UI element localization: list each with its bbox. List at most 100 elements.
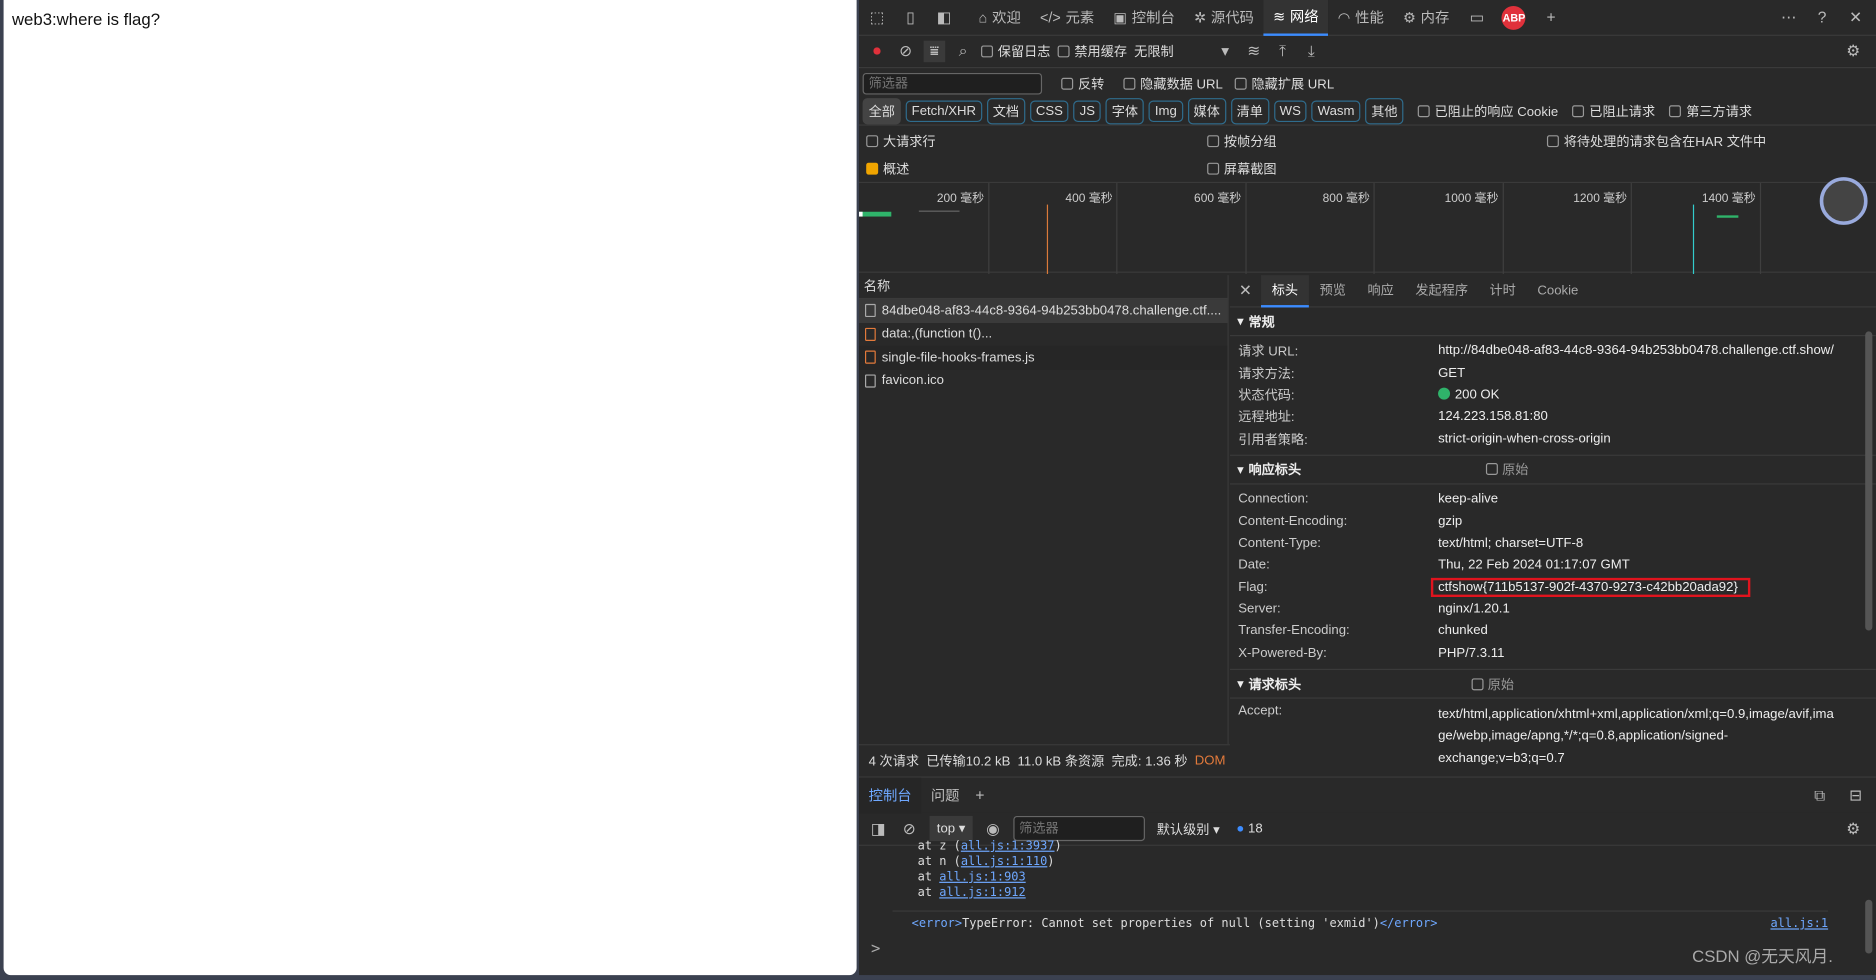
message-count-badge[interactable]: ● 18 bbox=[1236, 821, 1262, 835]
header-key: Content-Encoding: bbox=[1238, 513, 1348, 529]
type-checkbox-1[interactable]: 已阻止请求 bbox=[1572, 102, 1655, 121]
tab-network[interactable]: ≋ 网络 bbox=[1263, 0, 1329, 36]
filter-toggle-icon[interactable]: ⩸ bbox=[923, 40, 946, 63]
hide-data-urls-checkbox[interactable]: 隐藏数据 URL bbox=[1123, 74, 1223, 93]
group-by-frame-checkbox[interactable]: 按帧分组 bbox=[1207, 131, 1547, 150]
add-tab-icon[interactable]: + bbox=[1540, 7, 1562, 29]
details-scrollbar[interactable] bbox=[1865, 331, 1873, 631]
close-drawer-icon[interactable]: ⊟ bbox=[1845, 784, 1867, 806]
name-column-header[interactable]: 名称 bbox=[859, 275, 1228, 300]
help-icon[interactable]: ? bbox=[1811, 7, 1833, 29]
device-toggle-icon[interactable]: ▯ bbox=[900, 7, 922, 29]
tab-performance[interactable]: ◠ 性能 bbox=[1328, 0, 1393, 35]
console-scrollbar[interactable] bbox=[1865, 899, 1873, 954]
console-filter-input[interactable] bbox=[1013, 815, 1145, 842]
dock-icon[interactable]: ◧ bbox=[933, 7, 955, 29]
network-overview-timeline[interactable]: 200 毫秒 400 毫秒 600 毫秒 800 毫秒 1000 毫秒 1200 毫秒 14… bbox=[859, 177, 1876, 274]
home-icon: ⌂ bbox=[978, 8, 988, 26]
detail-tab-2[interactable]: 响应 bbox=[1357, 275, 1405, 307]
header-row: 请求 URL: http://84dbe048-af83-44c8-9364-94… bbox=[1230, 340, 1876, 362]
inspect-icon[interactable]: ⬚ bbox=[866, 7, 888, 29]
add-tab-icon[interactable]: + bbox=[969, 784, 991, 806]
filter-type-11[interactable]: 其他 bbox=[1365, 98, 1404, 125]
big-rows-checkbox[interactable]: 大请求行 bbox=[866, 131, 1207, 150]
network-conditions-icon[interactable]: ≋ bbox=[1243, 41, 1265, 63]
hide-extension-urls-checkbox[interactable]: 隐藏扩展 URL bbox=[1234, 74, 1334, 93]
tab-welcome[interactable]: ⌂ 欢迎 bbox=[969, 0, 1030, 35]
detail-tab-3[interactable]: 发起程序 bbox=[1405, 275, 1479, 307]
clear-icon[interactable]: ⊘ bbox=[895, 41, 917, 63]
filter-type-9[interactable]: WS bbox=[1273, 100, 1307, 123]
invert-checkbox[interactable]: 反转 bbox=[1061, 74, 1104, 93]
drawer-tab-issues[interactable]: 问题 bbox=[921, 777, 969, 813]
throttle-select[interactable]: 无限制 bbox=[1134, 42, 1173, 61]
filter-type-1[interactable]: Fetch/XHR bbox=[905, 100, 983, 123]
upload-icon[interactable]: ⤒ bbox=[1272, 41, 1294, 63]
filter-type-2[interactable]: 文档 bbox=[986, 98, 1026, 125]
chevron-down-icon[interactable]: ▾ bbox=[1214, 41, 1236, 63]
eye-icon[interactable]: ◉ bbox=[982, 818, 1004, 840]
stack-link[interactable]: all.js:1:912 bbox=[939, 887, 1025, 900]
close-details-icon[interactable]: ✕ bbox=[1235, 280, 1257, 302]
record-icon[interactable]: ⏺ bbox=[866, 41, 888, 63]
request-row[interactable]: data:,(function t()... bbox=[859, 322, 1227, 345]
drawer-tab-console[interactable]: 控制台 bbox=[859, 777, 922, 813]
console-settings-icon[interactable]: ⚙ bbox=[1842, 818, 1864, 840]
detail-tab-4[interactable]: 计时 bbox=[1479, 275, 1527, 307]
clear-console-icon[interactable]: ⊘ bbox=[898, 818, 920, 840]
context-select[interactable]: top ▾ bbox=[929, 815, 973, 842]
filter-type-8[interactable]: 清单 bbox=[1230, 98, 1269, 125]
assistant-avatar[interactable] bbox=[1819, 177, 1868, 225]
timeline-tick: 600 毫秒 bbox=[1194, 183, 1247, 274]
filter-type-5[interactable]: 字体 bbox=[1105, 98, 1145, 125]
stack-link[interactable]: all.js:1:110 bbox=[961, 855, 1047, 868]
filter-type-10[interactable]: Wasm bbox=[1311, 100, 1361, 123]
console-output: at z (all.js:1:3937) at n (all.js:1:110) a… bbox=[859, 840, 1876, 975]
general-section[interactable]: ▾ 常规 bbox=[1229, 307, 1876, 337]
application-icon[interactable]: ▭ bbox=[1466, 7, 1488, 29]
sidebar-toggle-icon[interactable]: ◨ bbox=[867, 818, 889, 840]
tick-label: 1400 毫秒 bbox=[1701, 192, 1756, 206]
search-icon[interactable]: ⌕ bbox=[952, 41, 974, 63]
error-source-link[interactable]: all.js:1 bbox=[1770, 918, 1828, 931]
detail-tab-1[interactable]: 预览 bbox=[1309, 275, 1357, 307]
dock-drawer-icon[interactable]: ⧉ bbox=[1809, 784, 1831, 806]
type-checkbox-2[interactable]: 第三方请求 bbox=[1669, 102, 1752, 121]
disable-cache-checkbox[interactable]: 禁用缓存 bbox=[1057, 42, 1127, 61]
detail-tab-0[interactable]: 标头 bbox=[1261, 274, 1309, 307]
header-value: keep-alive bbox=[1438, 491, 1499, 507]
more-icon[interactable]: ⋯ bbox=[1778, 7, 1800, 29]
filter-type-0[interactable]: 全部 bbox=[862, 98, 901, 125]
filter-type-7[interactable]: 媒体 bbox=[1187, 98, 1226, 125]
adblock-icon[interactable]: ABP bbox=[1502, 5, 1526, 30]
close-icon[interactable]: ✕ bbox=[1845, 7, 1867, 29]
tab-memory[interactable]: ⚙ 内存 bbox=[1393, 0, 1459, 35]
raw-checkbox[interactable]: 原始 bbox=[1471, 674, 1514, 693]
stack-link[interactable]: all.js:1:3937 bbox=[961, 840, 1055, 853]
header-key: Content-Type: bbox=[1238, 535, 1321, 551]
raw-checkbox[interactable]: 原始 bbox=[1485, 460, 1528, 479]
log-level-select[interactable]: 默认级别 ▾ bbox=[1157, 819, 1220, 838]
request-headers-section[interactable]: ▾ 请求标头 原始 bbox=[1229, 670, 1876, 699]
tab-elements[interactable]: </> 元素 bbox=[1030, 0, 1103, 35]
detail-tab-5[interactable]: Cookie bbox=[1527, 275, 1590, 307]
download-icon[interactable]: ⤓ bbox=[1300, 41, 1322, 63]
filter-input[interactable] bbox=[862, 72, 1043, 95]
filter-type-4[interactable]: JS bbox=[1073, 100, 1102, 123]
stack-link[interactable]: all.js:1:903 bbox=[939, 871, 1025, 884]
request-row[interactable]: 84dbe048-af83-44c8-9364-94b253bb0478.cha… bbox=[859, 299, 1228, 323]
screenshots-checkbox[interactable]: 屏幕截图 bbox=[1207, 159, 1277, 178]
preserve-log-checkbox[interactable]: 保留日志 bbox=[981, 42, 1050, 61]
include-har-checkbox[interactable]: 将待处理的请求包含在HAR 文件中 bbox=[1546, 131, 1766, 150]
request-row[interactable]: single-file-hooks-frames.js bbox=[859, 345, 1228, 370]
tab-sources[interactable]: ✲ 源代码 bbox=[1184, 0, 1263, 35]
checkbox-label: 第三方请求 bbox=[1686, 105, 1753, 120]
response-headers-section[interactable]: ▾ 响应标头 原始 bbox=[1229, 456, 1876, 485]
filter-type-3[interactable]: CSS bbox=[1029, 100, 1069, 123]
filter-type-6[interactable]: Img bbox=[1148, 100, 1183, 123]
request-row[interactable]: favicon.ico bbox=[859, 369, 1227, 392]
tab-console[interactable]: ▣ 控制台 bbox=[1104, 0, 1185, 35]
type-checkbox-0[interactable]: 已阻止的响应 Cookie bbox=[1417, 102, 1558, 121]
overview-checkbox[interactable]: 概述 bbox=[866, 159, 1207, 178]
gear-icon[interactable]: ⚙ bbox=[1842, 41, 1864, 63]
